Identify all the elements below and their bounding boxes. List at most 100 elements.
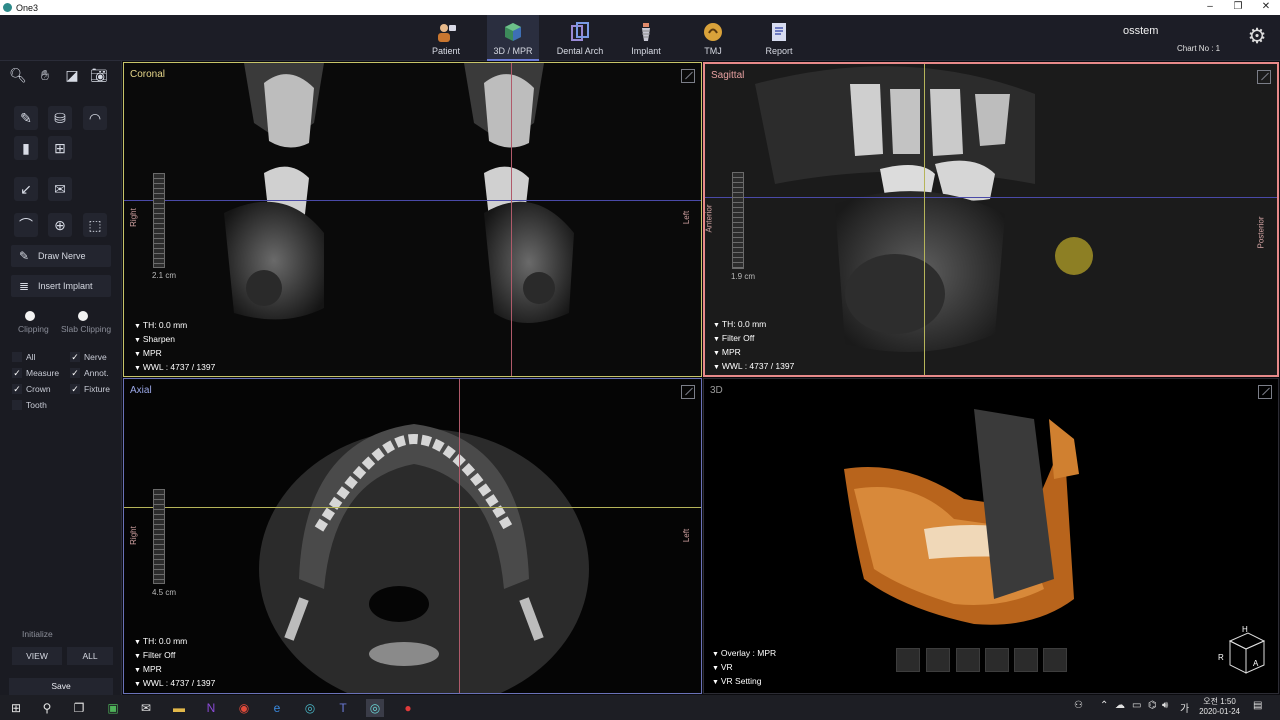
app-icon[interactable]: ◎ bbox=[301, 699, 319, 717]
view-button[interactable]: VIEW bbox=[12, 647, 62, 665]
info-line[interactable]: TH: 0.0 mm bbox=[134, 635, 215, 649]
check-tooth[interactable]: Tooth bbox=[12, 399, 47, 411]
tab-patient[interactable]: Patient bbox=[420, 15, 472, 61]
capture-camera-icon[interactable]: 📷︎ bbox=[87, 63, 111, 87]
file-explorer-icon[interactable]: ▬ bbox=[170, 699, 188, 717]
system-clock[interactable]: 오전 1:50 2020-01-24 bbox=[1199, 697, 1240, 717]
network-icon[interactable]: ⌬ bbox=[1148, 700, 1157, 711]
store-icon[interactable]: ▣ bbox=[104, 699, 122, 717]
tab-tmj[interactable]: TMJ bbox=[687, 15, 739, 61]
ime-language[interactable]: 가 bbox=[1180, 700, 1189, 715]
vr-preset-face-left-icon[interactable] bbox=[896, 648, 920, 672]
angle-measure-icon[interactable]: ◠ bbox=[83, 106, 107, 130]
info-line[interactable]: WWL : 4737 / 1397 bbox=[713, 360, 794, 374]
one3-taskbar-icon[interactable]: ◎ bbox=[366, 699, 384, 717]
curve-icon[interactable]: ⌒ bbox=[14, 213, 38, 237]
roi-grid-icon[interactable]: ⊞ bbox=[48, 136, 72, 160]
tray-chevron-icon[interactable]: ⌃ bbox=[1100, 700, 1108, 711]
chrome-icon[interactable]: ◉ bbox=[235, 699, 253, 717]
vr-preset-head-bottom-icon[interactable] bbox=[1043, 648, 1067, 672]
info-line[interactable]: Overlay : MPR bbox=[712, 647, 776, 661]
axial-view[interactable]: Axial 4.5 cm Right Left TH: 0.0 mm Filte… bbox=[123, 378, 702, 694]
tab-dental-arch[interactable]: Dental Arch bbox=[554, 15, 606, 61]
task-view-icon[interactable]: ❐ bbox=[70, 699, 88, 717]
coronal-crosshair-line[interactable] bbox=[124, 507, 701, 508]
sagittal-crosshair-line[interactable] bbox=[511, 63, 512, 376]
vr-preset-head-top-icon[interactable] bbox=[1014, 648, 1038, 672]
info-line[interactable]: VR Setting bbox=[712, 675, 776, 689]
tab-implant[interactable]: Implant bbox=[620, 15, 672, 61]
info-line[interactable]: Filter Off bbox=[713, 332, 794, 346]
check-nerve[interactable]: ✓ Nerve bbox=[70, 351, 107, 363]
start-windows-icon[interactable]: ⊞ bbox=[7, 699, 25, 717]
ruler-measure-icon[interactable]: ✎ bbox=[14, 106, 38, 130]
sagittal-crosshair-line[interactable] bbox=[459, 379, 460, 693]
volume-measure-icon[interactable]: ⛁ bbox=[48, 106, 72, 130]
mail-icon[interactable]: ✉ bbox=[137, 699, 155, 717]
axial-crosshair-line[interactable] bbox=[705, 197, 1277, 198]
vr-preset-face-front-icon[interactable] bbox=[926, 648, 950, 672]
info-line[interactable]: VR bbox=[712, 661, 776, 675]
coronal-crosshair-line[interactable] bbox=[924, 64, 925, 375]
maximize-view-icon[interactable] bbox=[1257, 70, 1271, 84]
text-annotation-icon[interactable]: ✉ bbox=[48, 177, 72, 201]
info-line[interactable]: Filter Off bbox=[134, 649, 215, 663]
3d-mpr-icon bbox=[502, 21, 524, 43]
window-level-icon[interactable]: ◪ bbox=[60, 63, 84, 87]
pan-hand-icon[interactable]: ✋︎ bbox=[33, 63, 57, 87]
teams-icon[interactable]: T bbox=[334, 699, 352, 717]
coronal-view[interactable]: Coronal 2.1 cm Right Left TH: 0.0 mm Sha… bbox=[123, 62, 702, 377]
histogram-icon[interactable]: ▮ bbox=[14, 136, 38, 160]
slab-clipping-toggle[interactable] bbox=[78, 311, 88, 321]
tab-3d-mpr[interactable]: 3D / MPR bbox=[487, 15, 539, 61]
monitor-icon[interactable]: ▭ bbox=[1132, 700, 1141, 711]
axial-crosshair-line[interactable] bbox=[124, 200, 701, 201]
vr-preset-face-right-icon[interactable] bbox=[956, 648, 980, 672]
info-line[interactable]: WWL : 4737 / 1397 bbox=[134, 677, 215, 691]
search-icon[interactable]: ⚲ bbox=[38, 699, 56, 717]
check-all[interactable]: All bbox=[12, 351, 35, 363]
onedrive-icon[interactable]: ☁ bbox=[1115, 700, 1125, 711]
check-measure[interactable]: ✓ Measure bbox=[12, 367, 59, 379]
checkmark-icon: ✓ bbox=[12, 368, 22, 378]
zoom-search-icon[interactable]: 🔍︎ bbox=[6, 63, 30, 87]
maximize-view-icon[interactable] bbox=[681, 385, 695, 399]
onenote-icon[interactable]: N bbox=[202, 699, 220, 717]
arrow-annotation-icon[interactable]: ↙ bbox=[14, 177, 38, 201]
draw-nerve-button[interactable]: ✎ Draw Nerve bbox=[11, 245, 111, 267]
all-button[interactable]: ALL bbox=[67, 647, 113, 665]
insert-implant-button[interactable]: ≣ Insert Implant bbox=[11, 275, 111, 297]
check-annot[interactable]: ✓ Annot. bbox=[70, 367, 109, 379]
close-button[interactable]: ✕ bbox=[1252, 0, 1280, 15]
slab-clipping-label: Slab Clipping bbox=[61, 324, 112, 334]
minimize-button[interactable]: – bbox=[1196, 0, 1224, 15]
info-line[interactable]: MPR bbox=[134, 663, 215, 677]
notifications-icon[interactable]: ▤ bbox=[1253, 700, 1262, 711]
info-line[interactable]: MPR bbox=[713, 346, 794, 360]
record-icon[interactable]: ● bbox=[399, 699, 417, 717]
check-crown[interactable]: ✓ Crown bbox=[12, 383, 51, 395]
volume-icon[interactable]: 🔊︎ bbox=[1162, 700, 1168, 711]
maximize-button[interactable]: ❐ bbox=[1224, 0, 1252, 15]
maximize-view-icon[interactable] bbox=[1258, 385, 1272, 399]
save-button[interactable]: Save bbox=[9, 678, 113, 695]
info-line[interactable]: Sharpen bbox=[134, 333, 215, 347]
maximize-view-icon[interactable] bbox=[681, 69, 695, 83]
info-line[interactable]: TH: 0.0 mm bbox=[713, 318, 794, 332]
tab-label: TMJ bbox=[704, 46, 722, 56]
tab-report[interactable]: Report bbox=[753, 15, 805, 61]
settings-gear-icon[interactable]: ⚙ bbox=[1246, 26, 1268, 48]
3d-view[interactable]: 3D Overlay : MPR VR VR Setting H R A bbox=[703, 378, 1279, 694]
edge-icon[interactable]: e bbox=[268, 699, 286, 717]
check-fixture[interactable]: ✓ Fixture bbox=[70, 383, 110, 395]
info-line[interactable]: MPR bbox=[134, 347, 215, 361]
vr-preset-head-back-icon[interactable] bbox=[985, 648, 1009, 672]
info-line[interactable]: TH: 0.0 mm bbox=[134, 319, 215, 333]
magnifier-icon[interactable]: ⊕ bbox=[48, 213, 72, 237]
orientation-cube[interactable]: H R A bbox=[1218, 625, 1268, 679]
crop-region-icon[interactable]: ⬚ bbox=[83, 213, 107, 237]
network-people-icon[interactable]: ⚇ bbox=[1074, 700, 1083, 711]
sagittal-view[interactable]: Sagittal 1.9 cm Anterior Posterior TH: 0… bbox=[703, 62, 1279, 377]
clipping-toggle[interactable] bbox=[25, 311, 35, 321]
info-line[interactable]: WWL : 4737 / 1397 bbox=[134, 361, 215, 375]
